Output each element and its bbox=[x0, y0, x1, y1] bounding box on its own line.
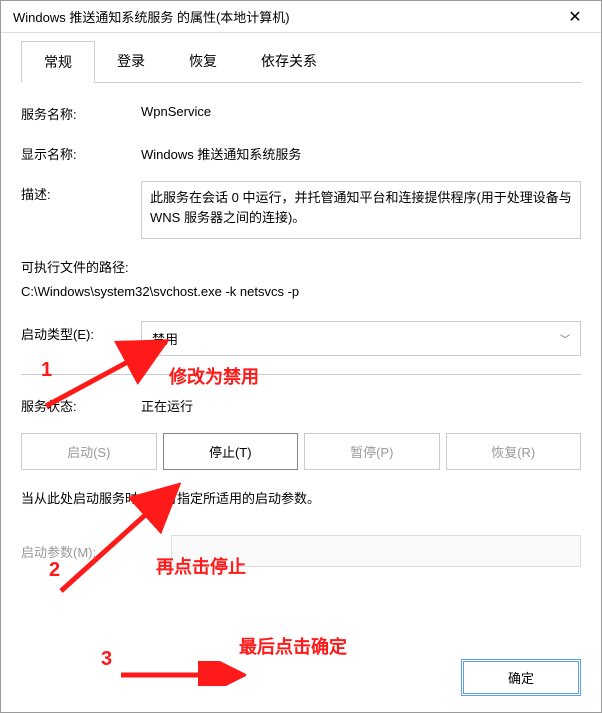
pause-button[interactable]: 暂停(P) bbox=[304, 433, 440, 470]
button-label: 停止(T) bbox=[209, 445, 252, 460]
button-label: 恢复(R) bbox=[491, 445, 535, 460]
tab-label: 登录 bbox=[117, 53, 145, 69]
button-label: 确定 bbox=[508, 671, 534, 686]
footer-buttons: 确定 bbox=[461, 659, 581, 696]
tab-general[interactable]: 常规 bbox=[21, 41, 95, 83]
tabs: 常规 登录 恢复 依存关系 bbox=[21, 41, 581, 83]
tab-label: 恢复 bbox=[189, 53, 217, 69]
description-text: 此服务在会话 0 中运行，并托管通知平台和连接提供程序(用于处理设备与 WNS … bbox=[150, 190, 572, 225]
description-scroll[interactable]: ▴ bbox=[564, 188, 578, 203]
row-service-name: 服务名称: WpnService bbox=[21, 101, 581, 123]
description-label: 描述: bbox=[21, 181, 141, 203]
content-area: 常规 登录 恢复 依存关系 服务名称: WpnService 显示名称: Win… bbox=[1, 33, 601, 595]
service-status-label: 服务状态: bbox=[21, 393, 141, 415]
path-value: C:\Windows\system32\svchost.exe -k netsv… bbox=[21, 284, 581, 299]
row-path: 可执行文件的路径: C:\Windows\system32\svchost.ex… bbox=[21, 257, 581, 299]
startup-type-select[interactable]: 禁用 ﹀ bbox=[141, 321, 581, 356]
service-name-value: WpnService bbox=[141, 101, 581, 119]
startup-type-value: 禁用 bbox=[152, 329, 178, 348]
tab-label: 常规 bbox=[44, 54, 72, 70]
row-service-status: 服务状态: 正在运行 bbox=[21, 393, 581, 415]
service-status-value: 正在运行 bbox=[141, 393, 581, 415]
display-name-value: Windows 推送通知系统服务 bbox=[141, 141, 581, 163]
start-params-input bbox=[171, 535, 581, 567]
properties-window: Windows 推送通知系统服务 的属性(本地计算机) ✕ 常规 登录 恢复 依… bbox=[0, 0, 602, 713]
tab-recovery[interactable]: 恢复 bbox=[167, 41, 239, 82]
stop-button[interactable]: 停止(T) bbox=[163, 433, 299, 470]
startup-type-label: 启动类型(E): bbox=[21, 321, 141, 343]
service-name-label: 服务名称: bbox=[21, 101, 141, 123]
ok-button[interactable]: 确定 bbox=[461, 659, 581, 696]
close-icon: ✕ bbox=[568, 7, 581, 27]
start-params-label: 启动参数(M): bbox=[21, 542, 171, 561]
separator bbox=[21, 374, 581, 375]
chevron-down-icon: ﹀ bbox=[560, 331, 570, 346]
titlebar: Windows 推送通知系统服务 的属性(本地计算机) ✕ bbox=[1, 1, 601, 33]
tab-logon[interactable]: 登录 bbox=[95, 41, 167, 82]
description-box: 此服务在会话 0 中运行，并托管通知平台和连接提供程序(用于处理设备与 WNS … bbox=[141, 181, 581, 239]
resume-button[interactable]: 恢复(R) bbox=[446, 433, 582, 470]
row-start-params: 启动参数(M): bbox=[21, 535, 581, 567]
scroll-up-icon[interactable]: ▴ bbox=[564, 188, 578, 203]
annotation-arrow-3 bbox=[116, 661, 246, 686]
button-label: 暂停(P) bbox=[350, 445, 393, 460]
path-label: 可执行文件的路径: bbox=[21, 257, 581, 276]
annotation-text-3: 最后点击确定 bbox=[239, 633, 347, 659]
start-button[interactable]: 启动(S) bbox=[21, 433, 157, 470]
tab-label: 依存关系 bbox=[261, 53, 317, 69]
close-button[interactable]: ✕ bbox=[555, 3, 595, 31]
button-label: 启动(S) bbox=[67, 445, 110, 460]
row-description: 描述: 此服务在会话 0 中运行，并托管通知平台和连接提供程序(用于处理设备与 … bbox=[21, 181, 581, 239]
window-title: Windows 推送通知系统服务 的属性(本地计算机) bbox=[13, 7, 555, 26]
row-startup-type: 启动类型(E): 禁用 ﹀ bbox=[21, 321, 581, 356]
control-buttons: 启动(S) 停止(T) 暂停(P) 恢复(R) bbox=[21, 433, 581, 470]
startup-hint: 当从此处启动服务时，你可指定所适用的启动参数。 bbox=[21, 488, 581, 507]
row-display-name: 显示名称: Windows 推送通知系统服务 bbox=[21, 141, 581, 163]
annotation-number-3: 3 bbox=[101, 648, 112, 671]
display-name-label: 显示名称: bbox=[21, 141, 141, 163]
tab-dependencies[interactable]: 依存关系 bbox=[239, 41, 339, 82]
